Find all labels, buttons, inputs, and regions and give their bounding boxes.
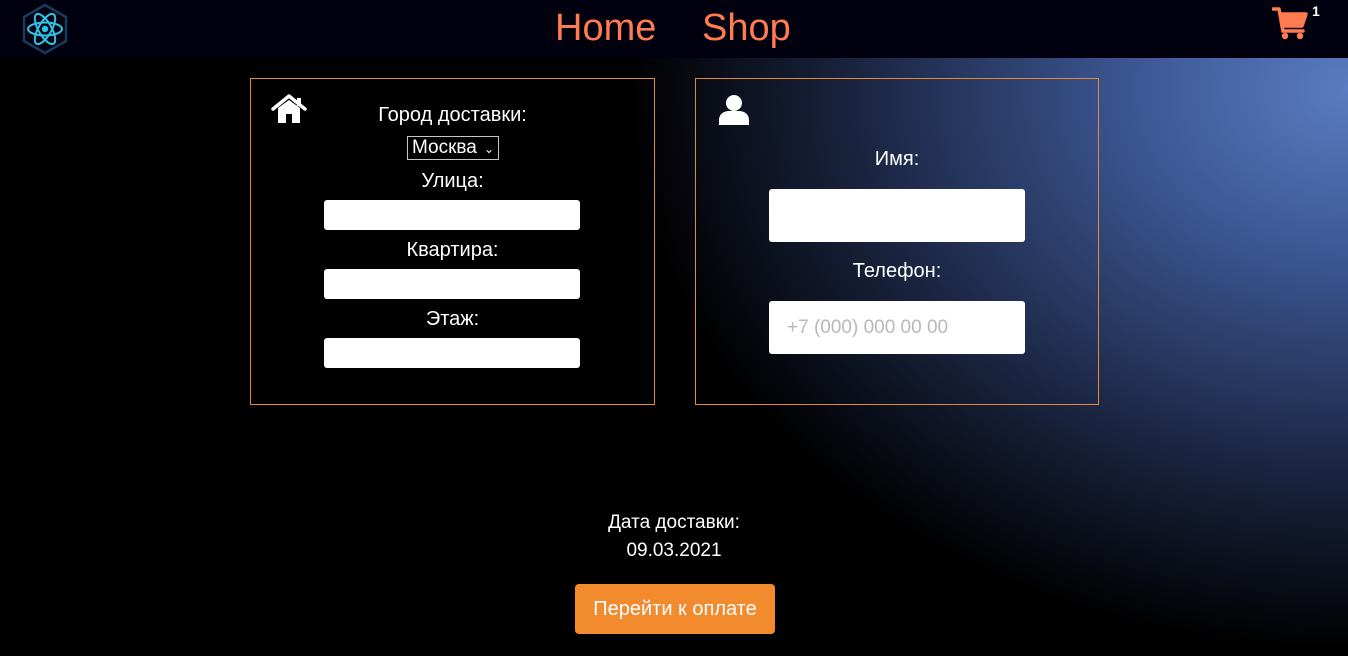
street-label: Улица: bbox=[421, 170, 484, 192]
street-input[interactable] bbox=[324, 200, 580, 230]
cart-count-badge: 1 bbox=[1312, 3, 1320, 19]
user-icon bbox=[719, 95, 749, 125]
proceed-to-payment-button[interactable]: Перейти к оплате bbox=[575, 584, 775, 634]
phone-input[interactable] bbox=[769, 301, 1025, 354]
address-panel: Город доставки: Москва ⌄ Улица: Квартира… bbox=[250, 78, 655, 405]
delivery-date-label: Дата доставки: bbox=[608, 512, 740, 533]
top-navbar: Home Shop 1 bbox=[0, 0, 1348, 58]
floor-input[interactable] bbox=[324, 338, 580, 368]
city-select-value: Москва bbox=[412, 137, 477, 158]
delivery-date-value: 09.03.2021 bbox=[626, 540, 722, 561]
phone-label: Телефон: bbox=[852, 260, 942, 282]
cart-icon[interactable] bbox=[1272, 6, 1308, 40]
apartment-input[interactable] bbox=[324, 269, 580, 299]
floor-label: Этаж: bbox=[425, 308, 480, 330]
city-label: Город доставки: bbox=[378, 104, 527, 126]
name-input[interactable] bbox=[769, 189, 1025, 242]
react-atom-icon[interactable] bbox=[19, 3, 71, 55]
contact-panel: Имя: Телефон: bbox=[695, 78, 1099, 405]
name-label: Имя: bbox=[874, 148, 920, 170]
nav-home-link[interactable]: Home bbox=[555, 6, 656, 50]
chevron-down-icon: ⌄ bbox=[483, 142, 494, 156]
nav-shop-link[interactable]: Shop bbox=[702, 6, 791, 50]
apartment-label: Квартира: bbox=[406, 239, 499, 261]
city-select[interactable]: Москва ⌄ bbox=[407, 136, 499, 160]
